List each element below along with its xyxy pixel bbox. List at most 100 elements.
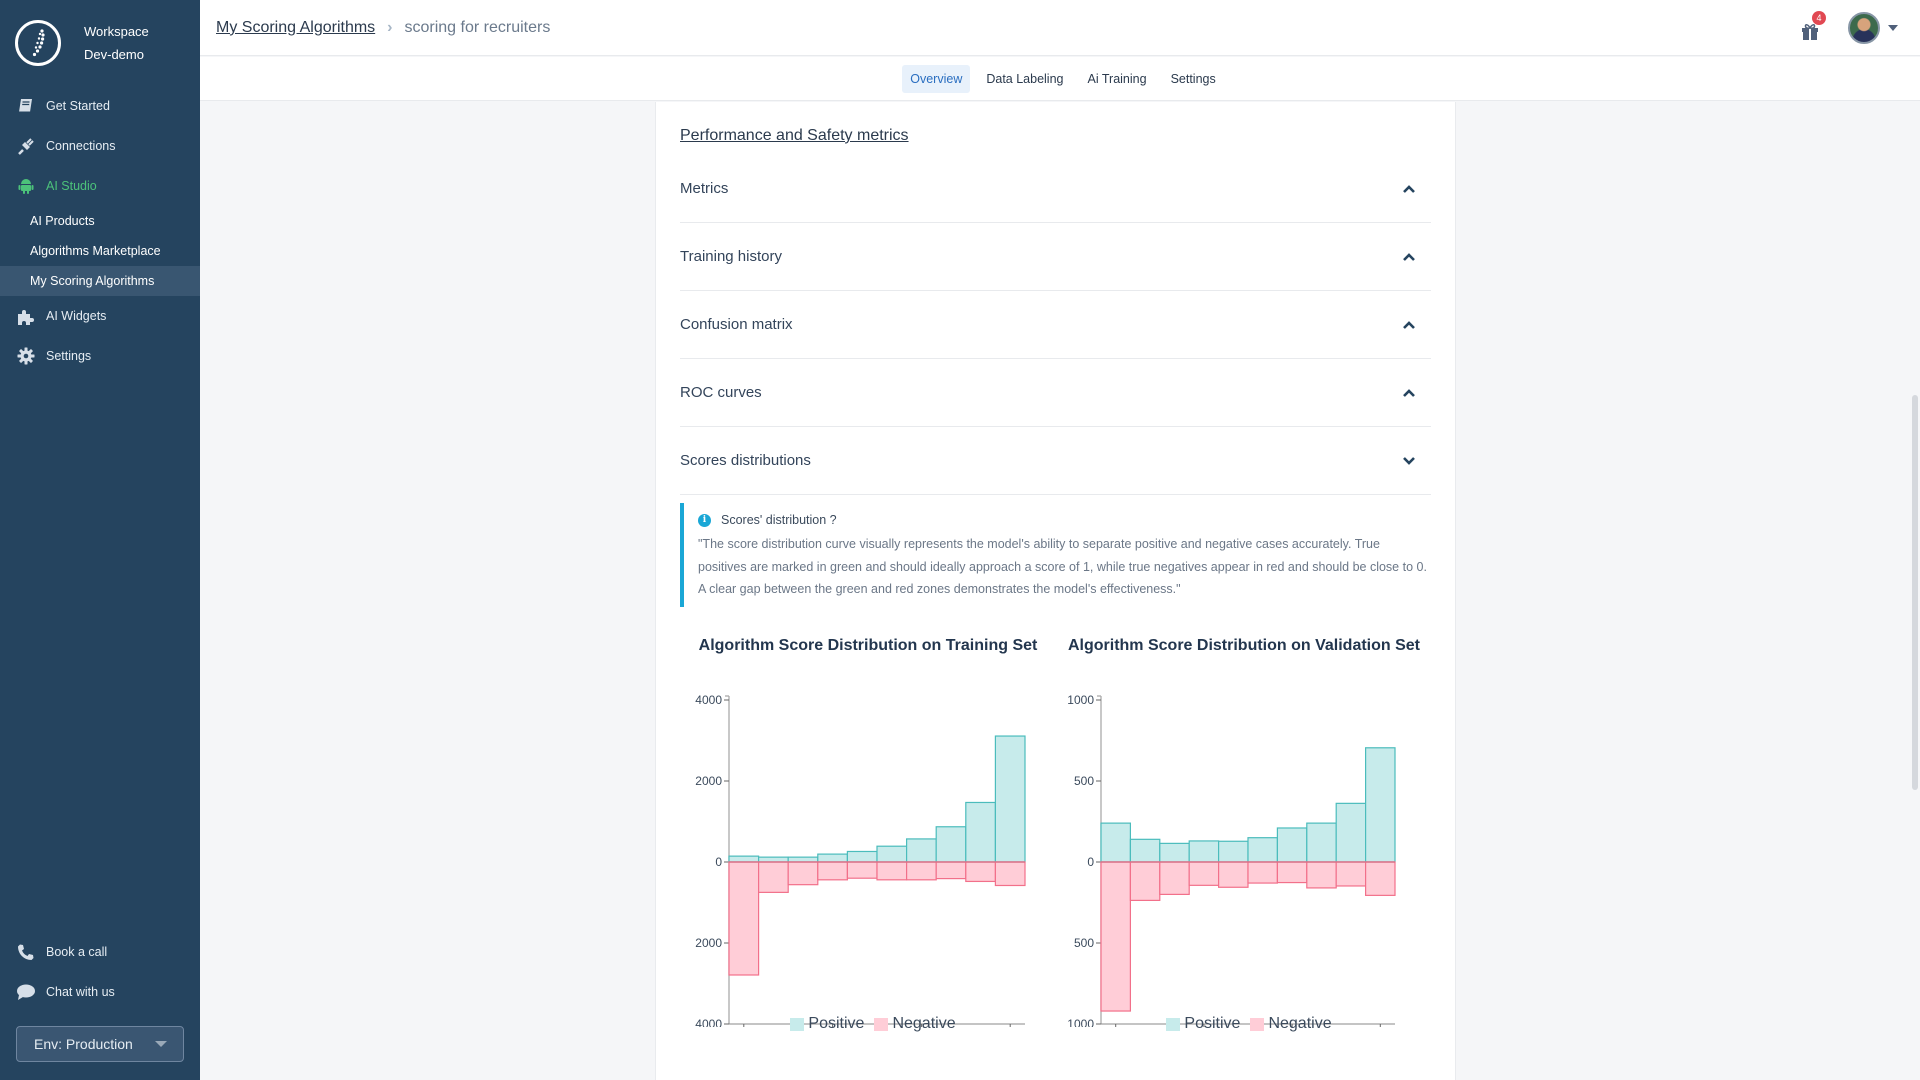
bar-positive-2 xyxy=(1159,842,1190,863)
bar-negative-2 xyxy=(787,861,819,886)
y-tick-label: 500 xyxy=(1074,936,1094,950)
breadcrumb-parent-link[interactable]: My Scoring Algorithms xyxy=(216,19,375,37)
sidebar-subitem-my-scoring-algorithms[interactable]: My Scoring Algorithms xyxy=(0,266,200,296)
y-tick-label: 2000 xyxy=(695,936,722,950)
y-tick-label: 0 xyxy=(715,855,722,869)
tab-overview[interactable]: Overview xyxy=(902,64,971,93)
book-icon xyxy=(16,96,36,116)
chevron-up-icon xyxy=(1403,388,1415,397)
legend-swatch-positive xyxy=(790,1017,805,1031)
sidebar-item-label: Connections xyxy=(46,139,116,153)
bar-positive-0 xyxy=(1100,822,1131,863)
tab-settings[interactable]: Settings xyxy=(1163,65,1224,93)
bar-positive-3 xyxy=(1188,840,1220,863)
sidebar-item-label: AI Widgets xyxy=(46,309,107,323)
accordion-confusion-matrix[interactable]: Confusion matrix xyxy=(680,291,1431,359)
sidebar-subitem-algorithms-marketplace[interactable]: Algorithms Marketplace xyxy=(0,236,200,266)
bar-positive-4 xyxy=(1218,840,1249,863)
chevron-down-icon xyxy=(1403,456,1415,465)
chat-with-us-label: Chat with us xyxy=(46,985,115,999)
workspace-name: Dev-demo xyxy=(84,47,144,62)
bar-negative-5 xyxy=(1247,861,1278,884)
sidebar-bottom: Book a call Chat with us Env: Production xyxy=(0,932,200,1080)
bar-negative-4 xyxy=(846,861,878,879)
scores-info-callout: i Scores' distribution ? "The score dist… xyxy=(680,503,1431,607)
y-tick-label: 2000 xyxy=(695,774,722,788)
accordion-training-history[interactable]: Training history xyxy=(680,223,1431,291)
bar-positive-9 xyxy=(994,735,1026,863)
chevron-up-icon xyxy=(1403,184,1415,193)
page-scrollbar[interactable] xyxy=(1912,395,1918,790)
bar-negative-3 xyxy=(1188,861,1220,886)
bar-negative-8 xyxy=(1335,861,1367,887)
sidebar-item-get-started[interactable]: Get Started xyxy=(0,86,200,126)
bar-positive-6 xyxy=(906,838,937,863)
bar-positive-6 xyxy=(1276,827,1308,863)
sidebar-item-ai-studio[interactable]: AI Studio xyxy=(0,166,200,206)
workspace-logo-icon xyxy=(15,20,61,66)
info-title: Scores' distribution ? xyxy=(721,513,837,527)
y-tick-label: 1000 xyxy=(1067,1017,1094,1027)
user-avatar[interactable] xyxy=(1848,12,1880,44)
workspace-label: Workspace xyxy=(84,24,149,39)
bar-positive-7 xyxy=(1306,822,1337,863)
bar-negative-6 xyxy=(1276,861,1308,884)
caret-down-icon xyxy=(155,1041,167,1047)
legend-label-positive: Positive xyxy=(808,1015,865,1032)
gear-icon xyxy=(16,346,36,366)
y-tick-label: 4000 xyxy=(695,693,722,707)
legend-swatch-negative xyxy=(1250,1017,1265,1031)
tab-data-labeling[interactable]: Data Labeling xyxy=(978,65,1071,93)
sidebar-item-connections[interactable]: Connections xyxy=(0,126,200,166)
bar-positive-9 xyxy=(1365,747,1396,863)
bar-negative-3 xyxy=(817,861,849,881)
plug-icon xyxy=(16,136,36,156)
bar-negative-1 xyxy=(1129,861,1161,901)
y-tick-label: 500 xyxy=(1074,774,1094,788)
training-chart-svg: 40002000020004000[0.0, 0.1][0.3, 0.4][0.… xyxy=(695,693,1026,1027)
tab-ai-training[interactable]: Ai Training xyxy=(1080,65,1155,93)
bar-negative-6 xyxy=(906,861,937,881)
sidebar-item-ai-widgets[interactable]: AI Widgets xyxy=(0,296,200,336)
workspace-switcher[interactable]: Workspace Dev-demo xyxy=(0,0,200,72)
bar-positive-5 xyxy=(1247,837,1278,863)
training-chart: Algorithm Score Distribution on Training… xyxy=(680,637,1056,1033)
bar-positive-1 xyxy=(1129,838,1161,863)
overview-card: Performance and Safety metrics Metrics T… xyxy=(655,102,1456,1080)
sidebar: Workspace Dev-demo Get Started Connectio… xyxy=(0,0,200,1080)
notifications-badge: 4 xyxy=(1812,11,1826,25)
accordion-label: Confusion matrix xyxy=(680,316,793,333)
book-a-call-link[interactable]: Book a call xyxy=(0,932,200,972)
sidebar-item-label: Get Started xyxy=(46,99,110,113)
legend-label-positive: Positive xyxy=(1184,1015,1241,1032)
bar-negative-8 xyxy=(965,861,996,883)
bar-negative-9 xyxy=(994,861,1026,887)
section-title: Performance and Safety metrics xyxy=(680,127,909,144)
header-actions: 4 xyxy=(1800,11,1898,44)
chevron-right-icon: › xyxy=(387,18,393,36)
sidebar-item-settings[interactable]: Settings xyxy=(0,336,200,376)
breadcrumb-current: scoring for recruiters xyxy=(404,18,551,36)
accordion-metrics[interactable]: Metrics xyxy=(680,155,1431,223)
notifications-button[interactable]: 4 xyxy=(1800,11,1826,40)
legend-swatch-negative xyxy=(874,1017,889,1031)
validation-chart-svg: 100050005001000[0.0, 0.1][0.3, 0.4][0.6,… xyxy=(1067,693,1396,1027)
bar-negative-0 xyxy=(1100,861,1131,1012)
chevron-up-icon xyxy=(1403,320,1415,329)
info-text: "The score distribution curve visually r… xyxy=(698,537,1427,596)
bar-negative-0 xyxy=(728,861,760,976)
top-bar: My Scoring Algorithms › scoring for recr… xyxy=(200,0,1920,56)
accordion-label: Metrics xyxy=(680,180,729,197)
bar-negative-7 xyxy=(1306,861,1337,889)
bar-negative-1 xyxy=(757,861,789,893)
accordion-scores-distributions[interactable]: Scores distributions xyxy=(680,427,1431,495)
bar-positive-7 xyxy=(935,826,967,863)
phone-icon xyxy=(16,942,36,962)
chat-with-us-link[interactable]: Chat with us xyxy=(0,972,200,1012)
accordion-roc-curves[interactable]: ROC curves xyxy=(680,359,1431,427)
bar-negative-4 xyxy=(1218,861,1249,888)
breadcrumb: My Scoring Algorithms › scoring for recr… xyxy=(216,19,550,37)
sidebar-subitem-ai-products[interactable]: AI Products xyxy=(0,206,200,236)
environment-select[interactable]: Env: Production xyxy=(16,1026,184,1062)
caret-down-icon[interactable] xyxy=(1888,25,1898,31)
